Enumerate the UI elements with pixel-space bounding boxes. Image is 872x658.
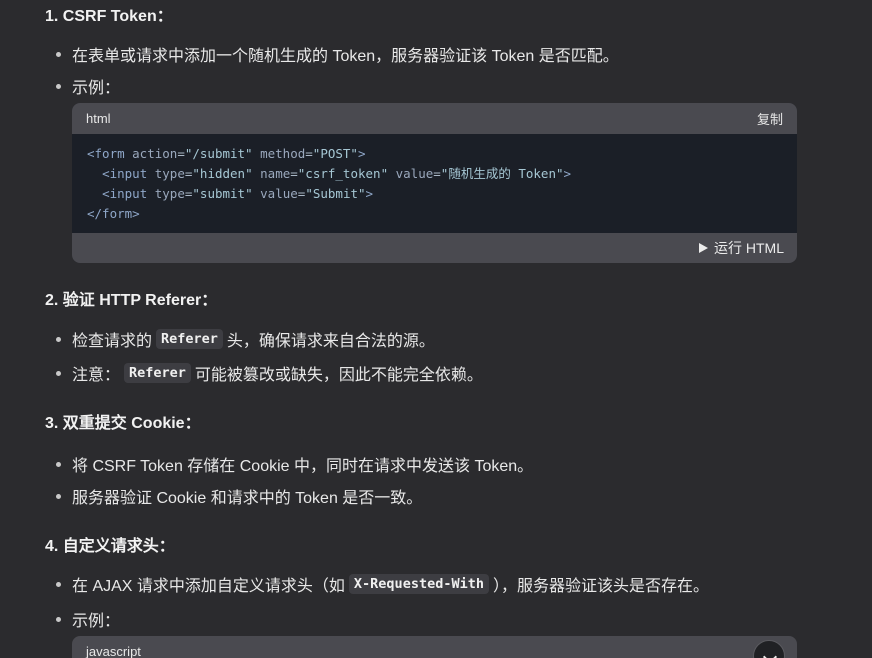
list-item-text: 在表单或请求中添加一个随机生成的 Token，服务器验证该 Token 是否匹配… bbox=[72, 48, 619, 65]
bullet-icon bbox=[56, 83, 61, 89]
code-block-body[interactable]: <form action="/submit" method="POST"> <i… bbox=[72, 134, 797, 233]
list-item: 在表单或请求中添加一个随机生成的 Token，服务器验证该 Token 是否匹配… bbox=[56, 42, 619, 66]
bullet-icon bbox=[56, 370, 61, 376]
code-language-label: javascript bbox=[86, 644, 141, 658]
code-line: <input type="hidden" name="csrf_token" v… bbox=[102, 166, 572, 181]
section-heading-custom-header: 4. 自定义请求头： bbox=[45, 538, 175, 555]
bullet-icon bbox=[56, 51, 61, 57]
code-language-label: html bbox=[86, 111, 111, 126]
list-item: 将 CSRF Token 存储在 Cookie 中，同时在请求中发送该 Toke… bbox=[56, 452, 533, 476]
list-item-text: 服务器验证 Cookie 和请求中的 Token 是否一致。 bbox=[72, 490, 423, 507]
inline-code: X-Requested-With bbox=[348, 574, 489, 594]
code-line: </form> bbox=[87, 206, 140, 221]
list-item-text: 头，确保请求来自合法的源。 bbox=[226, 333, 435, 350]
list-item: 检查请求的 Referer 头，确保请求来自合法的源。 bbox=[56, 327, 435, 351]
code-block-html: html 复制 <form action="/submit" method="P… bbox=[72, 103, 797, 263]
list-item: 在 AJAX 请求中添加自定义请求头（如 X-Requested-With ），… bbox=[56, 572, 709, 596]
inline-code: Referer bbox=[156, 329, 223, 349]
section-heading-double-submit-cookie: 3. 双重提交 Cookie： bbox=[45, 415, 201, 432]
chat-message-content: 1. CSRF Token： 在表单或请求中添加一个随机生成的 Token，服务… bbox=[0, 0, 872, 658]
list-item-text: 示例： bbox=[72, 613, 121, 630]
inline-code: Referer bbox=[124, 363, 191, 383]
code-block-footer: 运行 HTML bbox=[72, 233, 797, 263]
list-item-text: 将 CSRF Token 存储在 Cookie 中，同时在请求中发送该 Toke… bbox=[72, 458, 534, 475]
list-item-text: ），服务器验证该头是否存在。 bbox=[492, 578, 709, 595]
list-item-text: 可能被篡改或缺失，因此不能完全依赖。 bbox=[194, 367, 483, 384]
list-item-text: 检查请求的 bbox=[72, 333, 153, 350]
list-item: 示例： bbox=[56, 74, 120, 98]
section-heading-http-referer: 2. 验证 HTTP Referer： bbox=[45, 292, 218, 309]
code-block-javascript: javascript bbox=[72, 636, 797, 658]
list-item: 服务器验证 Cookie 和请求中的 Token 是否一致。 bbox=[56, 484, 422, 508]
run-html-button[interactable]: 运行 HTML bbox=[699, 238, 784, 258]
list-item-text: 示例： bbox=[72, 80, 121, 97]
section-heading-csrf-token: 1. CSRF Token： bbox=[45, 8, 173, 25]
bullet-icon bbox=[56, 616, 61, 622]
code-line: <input type="submit" value="Submit"> bbox=[102, 186, 374, 201]
list-item: 注意： Referer 可能被篡改或缺失，因此不能完全依赖。 bbox=[56, 361, 483, 385]
chevron-down-icon bbox=[762, 649, 778, 658]
code-block-header: html 复制 bbox=[72, 103, 797, 134]
bullet-icon bbox=[56, 493, 61, 499]
bullet-icon bbox=[56, 461, 61, 467]
list-item: 示例： bbox=[56, 607, 120, 631]
bullet-icon bbox=[56, 581, 61, 587]
play-icon bbox=[699, 243, 708, 253]
code-line: <form action="/submit" method="POST"> bbox=[87, 146, 366, 161]
copy-button[interactable]: 复制 bbox=[757, 109, 783, 128]
run-html-label: 运行 HTML bbox=[714, 240, 784, 256]
list-item-text: 注意： bbox=[72, 367, 121, 384]
bullet-icon bbox=[56, 336, 61, 342]
list-item-text: 在 AJAX 请求中添加自定义请求头（如 bbox=[72, 578, 345, 595]
